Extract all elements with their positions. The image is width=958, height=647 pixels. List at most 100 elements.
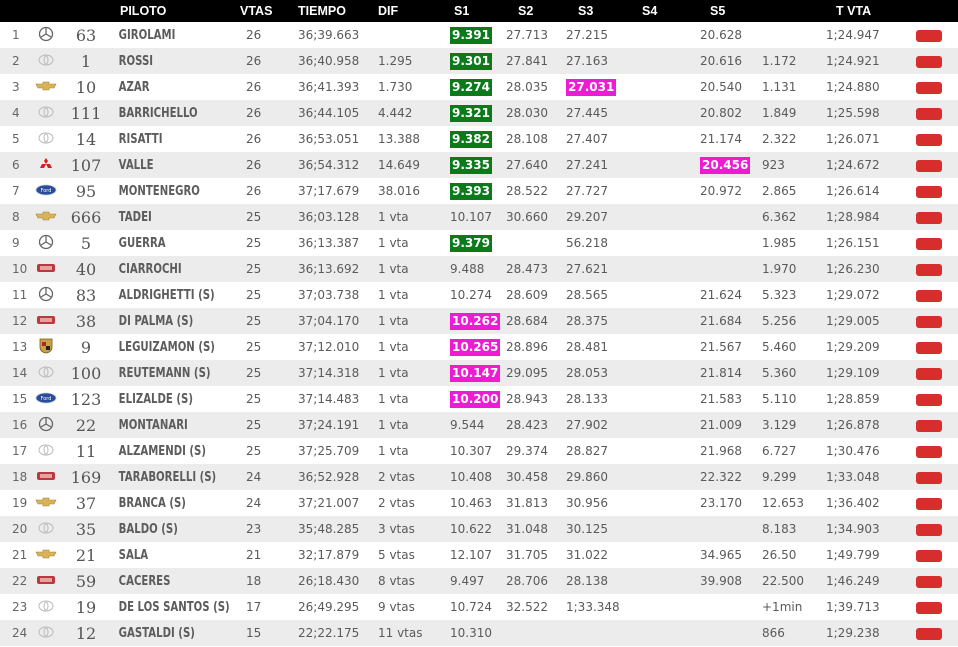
s1-cell: 9.274 — [442, 74, 506, 100]
pilot-name: LEGUIZAMON (S) — [114, 334, 215, 360]
dif-cell-value: 1.730 — [378, 80, 413, 94]
red-flag-icon[interactable] — [916, 341, 942, 354]
s3-cell-value: 27.163 — [566, 54, 608, 68]
table-row[interactable]: 1 63 GIROLAMI 26 36;39.663 9.391 27.713 27.215 2… — [0, 22, 958, 48]
dif-cell-value: 1 vta — [378, 288, 409, 302]
table-row[interactable]: 20 35 BALDO (S) 23 35;48.285 3 vtas 10.622 31.0… — [0, 516, 958, 542]
header-tiempo[interactable]: TIEMPO — [284, 0, 376, 22]
red-flag-icon[interactable] — [916, 367, 942, 380]
red-flag-icon[interactable] — [916, 497, 942, 510]
car-number: 37 — [58, 490, 114, 516]
brand-cell — [34, 360, 58, 386]
table-row[interactable]: 6 107 VALLE 26 36;54.312 14.649 9.335 27.640 27.… — [0, 152, 958, 178]
laps-cell-value: 25 — [246, 210, 262, 224]
car-number-value: 11 — [75, 441, 97, 461]
red-flag-icon[interactable] — [916, 185, 942, 198]
s5-cell-value: 21.684 — [700, 314, 742, 328]
red-flag-icon[interactable] — [916, 471, 942, 484]
table-row[interactable]: 9 5 GUERRA 25 36;13.387 1 vta 9.379 56.218 1.985… — [0, 230, 958, 256]
table-row[interactable]: 13 9 LEGUIZAMON (S) 25 37;12.010 1 vta 10.265 2… — [0, 334, 958, 360]
header-s2[interactable]: S2 — [506, 0, 566, 22]
table-row[interactable]: 11 83 ALDRIGHETTI (S) 25 37;03.738 1 vta 10.27… — [0, 282, 958, 308]
table-row[interactable]: 22 59 CACERES 18 26;18.430 8 vtas 9.497 28.706 2… — [0, 568, 958, 594]
s2-cell-value: 27.640 — [506, 158, 548, 172]
laps-cell-value: 25 — [246, 392, 262, 406]
table-row[interactable]: 5 14 RISATTI 26 36;53.051 13.388 9.382 28.108 27… — [0, 126, 958, 152]
s2-cell: 28.108 — [506, 126, 566, 152]
red-flag-icon[interactable] — [916, 445, 942, 458]
position-cell-value: 9 — [12, 236, 20, 250]
gap-cell-value: 5.110 — [762, 392, 797, 406]
laps-cell-value: 21 — [246, 548, 262, 562]
table-row[interactable]: 10 40 CIARROCHI 25 36;13.692 1 vta 9.488 28.473… — [0, 256, 958, 282]
s2-cell: 30.660 — [506, 204, 566, 230]
s5-cell-value: 20.616 — [700, 54, 742, 68]
table-row[interactable]: 8 666 TADEI 25 36;03.128 1 vta 10.107 30.660 29.… — [0, 204, 958, 230]
red-flag-icon[interactable] — [916, 133, 942, 146]
time-cell-value: 37;25.709 — [298, 444, 360, 458]
red-flag-icon[interactable] — [916, 55, 942, 68]
red-flag-icon[interactable] — [916, 289, 942, 302]
s4-cell — [636, 308, 700, 334]
table-row[interactable]: 17 11 ALZAMENDI (S) 25 37;25.709 1 vta 10.307 2… — [0, 438, 958, 464]
time-cell-value: 36;44.105 — [298, 106, 360, 120]
red-flag-icon[interactable] — [916, 211, 942, 224]
table-row[interactable]: 19 37 BRANCA (S) 24 37;21.007 2 vtas 10.463 31.… — [0, 490, 958, 516]
s5-cell: 34.965 — [700, 542, 762, 568]
dif-cell-value: 1 vta — [378, 210, 409, 224]
red-flag-icon[interactable] — [916, 549, 942, 562]
header-piloto[interactable]: PILOTO — [114, 0, 234, 22]
tvta-cell-value: 1;30.476 — [826, 444, 880, 458]
table-row[interactable]: 18 169 TARABORELLI (S) 24 36;52.928 2 vtas 10.… — [0, 464, 958, 490]
red-flag-icon[interactable] — [916, 627, 942, 640]
mercedes-logo-icon — [38, 416, 54, 435]
red-flag-icon[interactable] — [916, 393, 942, 406]
red-flag-icon[interactable] — [916, 419, 942, 432]
header-s1[interactable]: S1 — [442, 0, 506, 22]
s5-cell: 21.567 — [700, 334, 762, 360]
table-row[interactable]: 16 22 MONTANARI 25 37;24.191 1 vta 9.544 28.423… — [0, 412, 958, 438]
red-flag-icon[interactable] — [916, 159, 942, 172]
dif-cell: 5 vtas — [376, 542, 442, 568]
red-flag-icon[interactable] — [916, 237, 942, 250]
s1-cell: 10.463 — [442, 490, 506, 516]
table-row[interactable]: 12 38 DI PALMA (S) 25 37;04.170 1 vta 10.262 28… — [0, 308, 958, 334]
table-row[interactable]: 24 12 GASTALDI (S) 15 22;22.175 11 vtas 10.310… — [0, 620, 958, 646]
car-number: 21 — [58, 542, 114, 568]
s4-cell — [636, 256, 700, 282]
header-dif[interactable]: DIF — [376, 0, 442, 22]
red-flag-icon[interactable] — [916, 29, 942, 42]
table-row[interactable]: 23 19 DE LOS SANTOS (S) 17 26;49.295 9 vtas 10… — [0, 594, 958, 620]
pilot-name-value: GASTALDI (S) — [118, 625, 195, 641]
red-flag-icon[interactable] — [916, 575, 942, 588]
table-row[interactable]: 4 111 BARRICHELLO 26 36;44.105 4.442 9.321 28.0… — [0, 100, 958, 126]
s5-cell-value: 20.456 — [700, 156, 751, 174]
table-row[interactable]: 21 21 SALA 21 32;17.879 5 vtas 12.107 31.705 31.… — [0, 542, 958, 568]
table-row[interactable]: 15 Ford 123 ELIZALDE (S) 25 37;14.483 1 vta 10.… — [0, 386, 958, 412]
car-number-value: 12 — [75, 623, 97, 643]
red-flag-icon[interactable] — [916, 263, 942, 276]
red-flag-icon[interactable] — [916, 315, 942, 328]
brand-cell — [34, 74, 58, 100]
laps-cell-value: 26 — [246, 158, 262, 172]
header-tvta[interactable]: T VTA — [826, 0, 916, 22]
red-flag-icon[interactable] — [916, 81, 942, 94]
pilot-name-value: DI PALMA (S) — [118, 313, 194, 329]
header-vtas[interactable]: VTAS — [234, 0, 284, 22]
red-flag-icon[interactable] — [916, 107, 942, 120]
table-row[interactable]: 2 1 ROSSI 26 36;40.958 1.295 9.301 27.841 27.163… — [0, 48, 958, 74]
header-s4[interactable]: S4 — [636, 0, 700, 22]
brand-cell — [34, 542, 58, 568]
header-s3[interactable]: S3 — [566, 0, 636, 22]
table-row[interactable]: 7 Ford 95 MONTENEGRO 26 37;17.679 38.016 9.393 2… — [0, 178, 958, 204]
flag-cell — [916, 152, 958, 178]
table-row[interactable]: 3 10 AZAR 26 36;41.393 1.730 9.274 28.035 27.031… — [0, 74, 958, 100]
mercedes-logo-icon — [38, 286, 54, 305]
dif-cell: 1 vta — [376, 282, 442, 308]
s2-cell: 28.609 — [506, 282, 566, 308]
red-flag-icon[interactable] — [916, 601, 942, 614]
table-row[interactable]: 14 100 REUTEMANN (S) 25 37;14.318 1 vta 10.147… — [0, 360, 958, 386]
header-s5[interactable]: S5 — [700, 0, 762, 22]
tvta-cell-value: 1;39.713 — [826, 600, 880, 614]
red-flag-icon[interactable] — [916, 523, 942, 536]
